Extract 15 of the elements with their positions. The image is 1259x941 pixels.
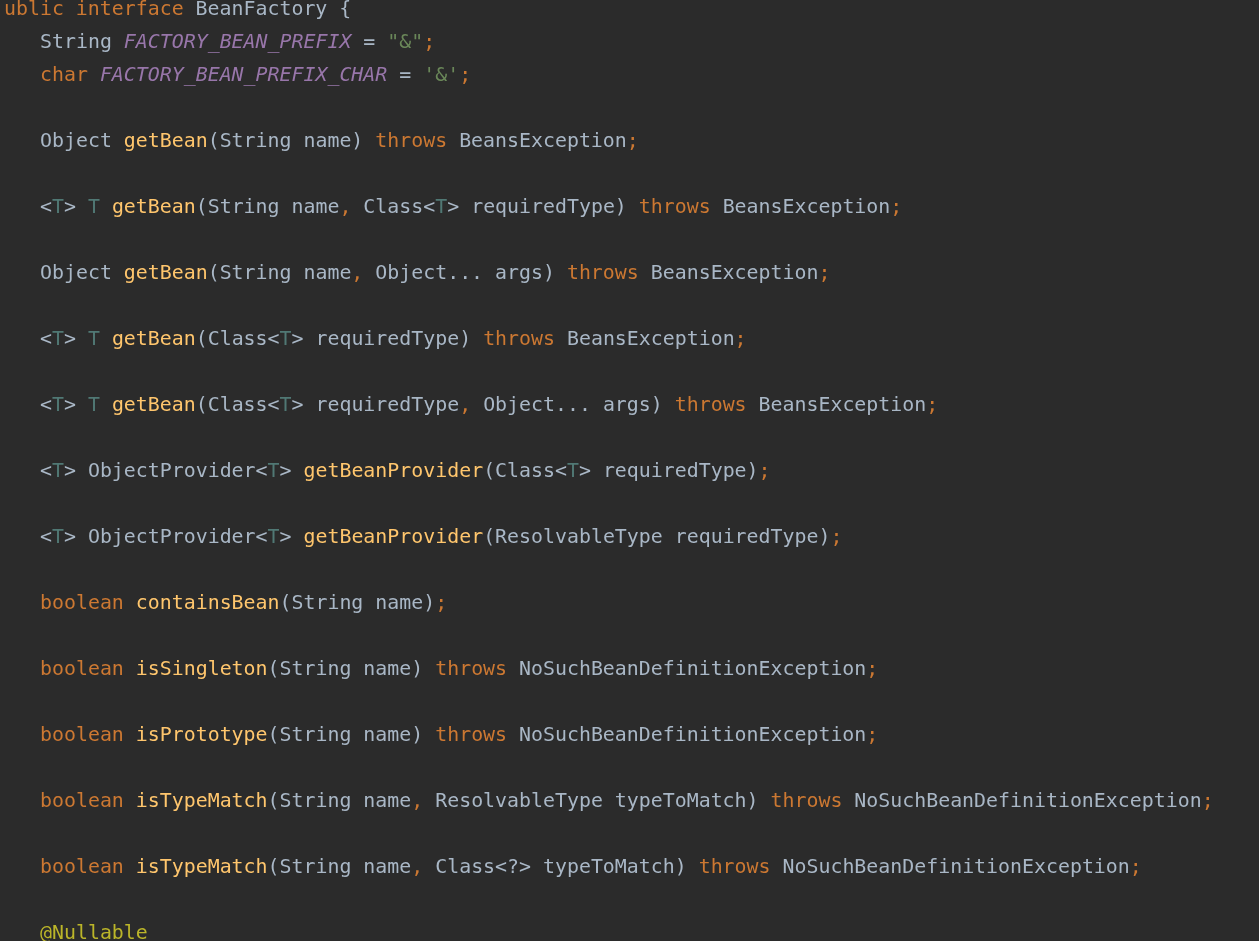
code-line: boolean isSingleton(String name) throws NoSuchBeanDefinitionException; xyxy=(40,656,879,682)
code-line: boolean containsBean(String name); xyxy=(40,590,448,616)
code-line: <T> T getBean(String name, Class<T> requiredType) throws BeansException; xyxy=(40,194,903,220)
code-line: boolean isTypeMatch(String name, Class<?> typeToMatch) throws NoSuchBeanDefinitionException; xyxy=(40,854,1142,880)
code-line: boolean isTypeMatch(String name, ResolvableType typeToMatch) throws NoSuchBeanDefinitionException; xyxy=(40,788,1214,814)
code-line: ublic interface BeanFactory { xyxy=(4,0,352,22)
code-line: <T> ObjectProvider<T> getBeanProvider(Class<T> requiredType); xyxy=(40,458,771,484)
code-line: Object getBean(String name) throws BeansException; xyxy=(40,128,639,154)
code-line: <T> T getBean(Class<T> requiredType, Object... args) throws BeansException; xyxy=(40,392,939,418)
code-line: <T> ObjectProvider<T> getBeanProvider(ResolvableType requiredType); xyxy=(40,524,843,550)
code-line: Object getBean(String name, Object... args) throws BeansException; xyxy=(40,260,831,286)
code-line: char FACTORY_BEAN_PREFIX_CHAR = '&'; xyxy=(40,62,472,88)
code-line: boolean isPrototype(String name) throws NoSuchBeanDefinitionException; xyxy=(40,722,879,748)
code-line: String FACTORY_BEAN_PREFIX = "&"; xyxy=(40,29,436,55)
code-line: <T> T getBean(Class<T> requiredType) throws BeansException; xyxy=(40,326,747,352)
